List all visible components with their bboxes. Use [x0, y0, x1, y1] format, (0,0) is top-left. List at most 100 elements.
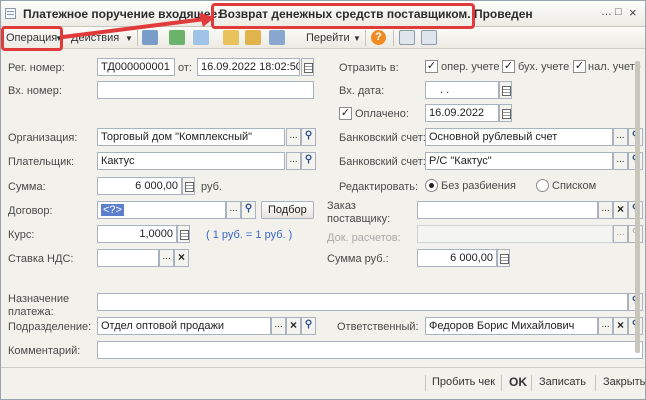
tax-accounting-checkbox[interactable]: ✓: [573, 60, 586, 73]
document-flow-icon[interactable]: [223, 30, 239, 45]
vertical-scrollbar[interactable]: [633, 57, 643, 357]
department-clear-icon[interactable]: ×: [286, 317, 301, 335]
organization-field[interactable]: Торговый дом "Комплексный": [97, 128, 285, 146]
no-split-radio[interactable]: [425, 179, 438, 192]
from-label: от:: [178, 62, 192, 74]
payer-account-select-button[interactable]: ...: [613, 152, 628, 170]
calculator-icon[interactable]: [177, 225, 190, 243]
vat-rate-select-button[interactable]: ...: [159, 249, 174, 267]
edit-label: Редактировать:: [339, 181, 419, 193]
contract-field[interactable]: <?>: [97, 201, 226, 219]
bank-account-label: Банковский счет:: [339, 132, 426, 144]
podbor-button[interactable]: Подбор: [261, 201, 314, 219]
vat-rate-field[interactable]: [97, 249, 159, 267]
currency-label: руб.: [201, 181, 222, 193]
incoming-number-field[interactable]: [97, 81, 314, 99]
calendar-icon[interactable]: [301, 58, 314, 76]
comment-field[interactable]: [97, 341, 643, 359]
incoming-date-label: Вх. дата:: [339, 85, 385, 97]
bux-accounting-label: бух. учете: [518, 61, 570, 73]
supplier-order-field[interactable]: [417, 201, 598, 219]
date-field[interactable]: 16.09.2022 18:02:50: [197, 58, 300, 76]
operation-highlight-box: [1, 26, 63, 51]
calculator-icon[interactable]: [182, 177, 195, 195]
supplier-order-label: Заказ поставщику:: [327, 200, 391, 225]
contract-select-button[interactable]: ...: [226, 201, 241, 219]
title-highlight-box: [211, 3, 475, 29]
calculator-icon[interactable]: [497, 249, 510, 267]
goto-menu[interactable]: Перейти: [306, 32, 350, 44]
help-icon[interactable]: ?: [371, 30, 386, 45]
settlement-doc-select-button: ...: [613, 225, 628, 243]
sum-rub-label: Сумма руб.:: [327, 253, 389, 265]
reg-number-field[interactable]: ТД000000001: [97, 58, 175, 76]
reflect-label: Отразить в:: [339, 62, 399, 74]
ok-button[interactable]: OK: [509, 375, 527, 389]
department-field[interactable]: Отдел оптовой продажи: [97, 317, 271, 335]
responsible-clear-icon[interactable]: ×: [613, 317, 628, 335]
department-search-icon[interactable]: ⚲: [301, 317, 316, 335]
payment-purpose-field[interactable]: [97, 293, 628, 311]
scrollbar-thumb[interactable]: [635, 61, 640, 353]
responsible-label: Ответственный:: [337, 321, 419, 333]
incoming-date-field[interactable]: . .: [425, 81, 499, 99]
rate-label: Курс:: [8, 229, 35, 241]
oper-accounting-checkbox[interactable]: ✓: [425, 60, 438, 73]
fields-icon[interactable]: [421, 30, 437, 45]
payer-account-field[interactable]: Р/С "Кактус": [425, 152, 613, 170]
contract-label: Договор:: [8, 205, 53, 217]
sum-rub-field[interactable]: 6 000,00: [417, 249, 497, 267]
payment-purpose-label: Назначение платежа:: [8, 293, 70, 318]
settlement-doc-field: [417, 225, 613, 243]
list-label: Списком: [552, 180, 597, 192]
sum-field[interactable]: 6 000,00: [97, 177, 182, 195]
department-select-button[interactable]: ...: [271, 317, 286, 335]
payer-field[interactable]: Кактус: [97, 152, 285, 170]
sum-label: Сумма:: [8, 181, 46, 193]
save-button[interactable]: Записать: [539, 376, 586, 388]
paid-checkbox[interactable]: ✓: [339, 107, 352, 120]
organization-search-icon[interactable]: ⚲: [301, 128, 316, 146]
payer-search-icon[interactable]: ⚲: [301, 152, 316, 170]
organization-label: Организация:: [8, 132, 78, 144]
supplier-order-clear-icon[interactable]: ×: [613, 201, 628, 219]
list-settings-icon[interactable]: [399, 30, 415, 45]
reg-number-label: Рег. номер:: [8, 62, 65, 74]
document-window: Платежное поручение входящее: Возврат де…: [0, 0, 646, 400]
close-icon[interactable]: ×: [629, 5, 637, 20]
structure-icon[interactable]: [245, 30, 261, 45]
supplier-order-select-button[interactable]: ...: [598, 201, 613, 219]
calendar-icon[interactable]: [499, 104, 512, 122]
responsible-select-button[interactable]: ...: [598, 317, 613, 335]
organization-select-button[interactable]: ...: [286, 128, 301, 146]
comment-label: Комментарий:: [8, 345, 81, 357]
bank-account-field[interactable]: Основной рублевый счет: [425, 128, 613, 146]
bottom-separator: [531, 375, 532, 391]
rate-field[interactable]: 1,0000: [97, 225, 177, 243]
settlement-doc-label: Док. расчетов:: [327, 232, 401, 244]
payer-label: Плательщик:: [8, 156, 75, 168]
department-label: Подразделение:: [8, 321, 92, 333]
contract-search-icon[interactable]: ⚲: [241, 201, 256, 219]
toolbar-separator: [365, 30, 366, 46]
calendar-icon[interactable]: [499, 81, 512, 99]
bottom-separator: [501, 375, 502, 391]
paid-label: Оплачено:: [355, 108, 409, 120]
close-button[interactable]: Закрыть: [603, 376, 645, 388]
goto-dropdown-icon: ▼: [353, 34, 361, 43]
vat-rate-label: Ставка НДС:: [8, 253, 74, 265]
incoming-number-label: Вх. номер:: [8, 85, 62, 97]
print-check-button[interactable]: Пробить чек: [432, 376, 495, 388]
more-icon[interactable]: …: [601, 6, 612, 18]
bank-account-select-button[interactable]: ...: [613, 128, 628, 146]
print-icon[interactable]: [269, 30, 285, 45]
paid-date-field[interactable]: 16.09.2022: [425, 104, 499, 122]
vat-rate-clear-icon[interactable]: ×: [174, 249, 189, 267]
bottom-separator: [425, 375, 426, 391]
bux-accounting-checkbox[interactable]: ✓: [502, 60, 515, 73]
maximize-icon[interactable]: □: [615, 6, 622, 18]
payer-select-button[interactable]: ...: [286, 152, 301, 170]
annotation-arrow: [61, 13, 215, 39]
list-radio[interactable]: [536, 179, 549, 192]
responsible-field[interactable]: Федоров Борис Михайлович: [425, 317, 598, 335]
